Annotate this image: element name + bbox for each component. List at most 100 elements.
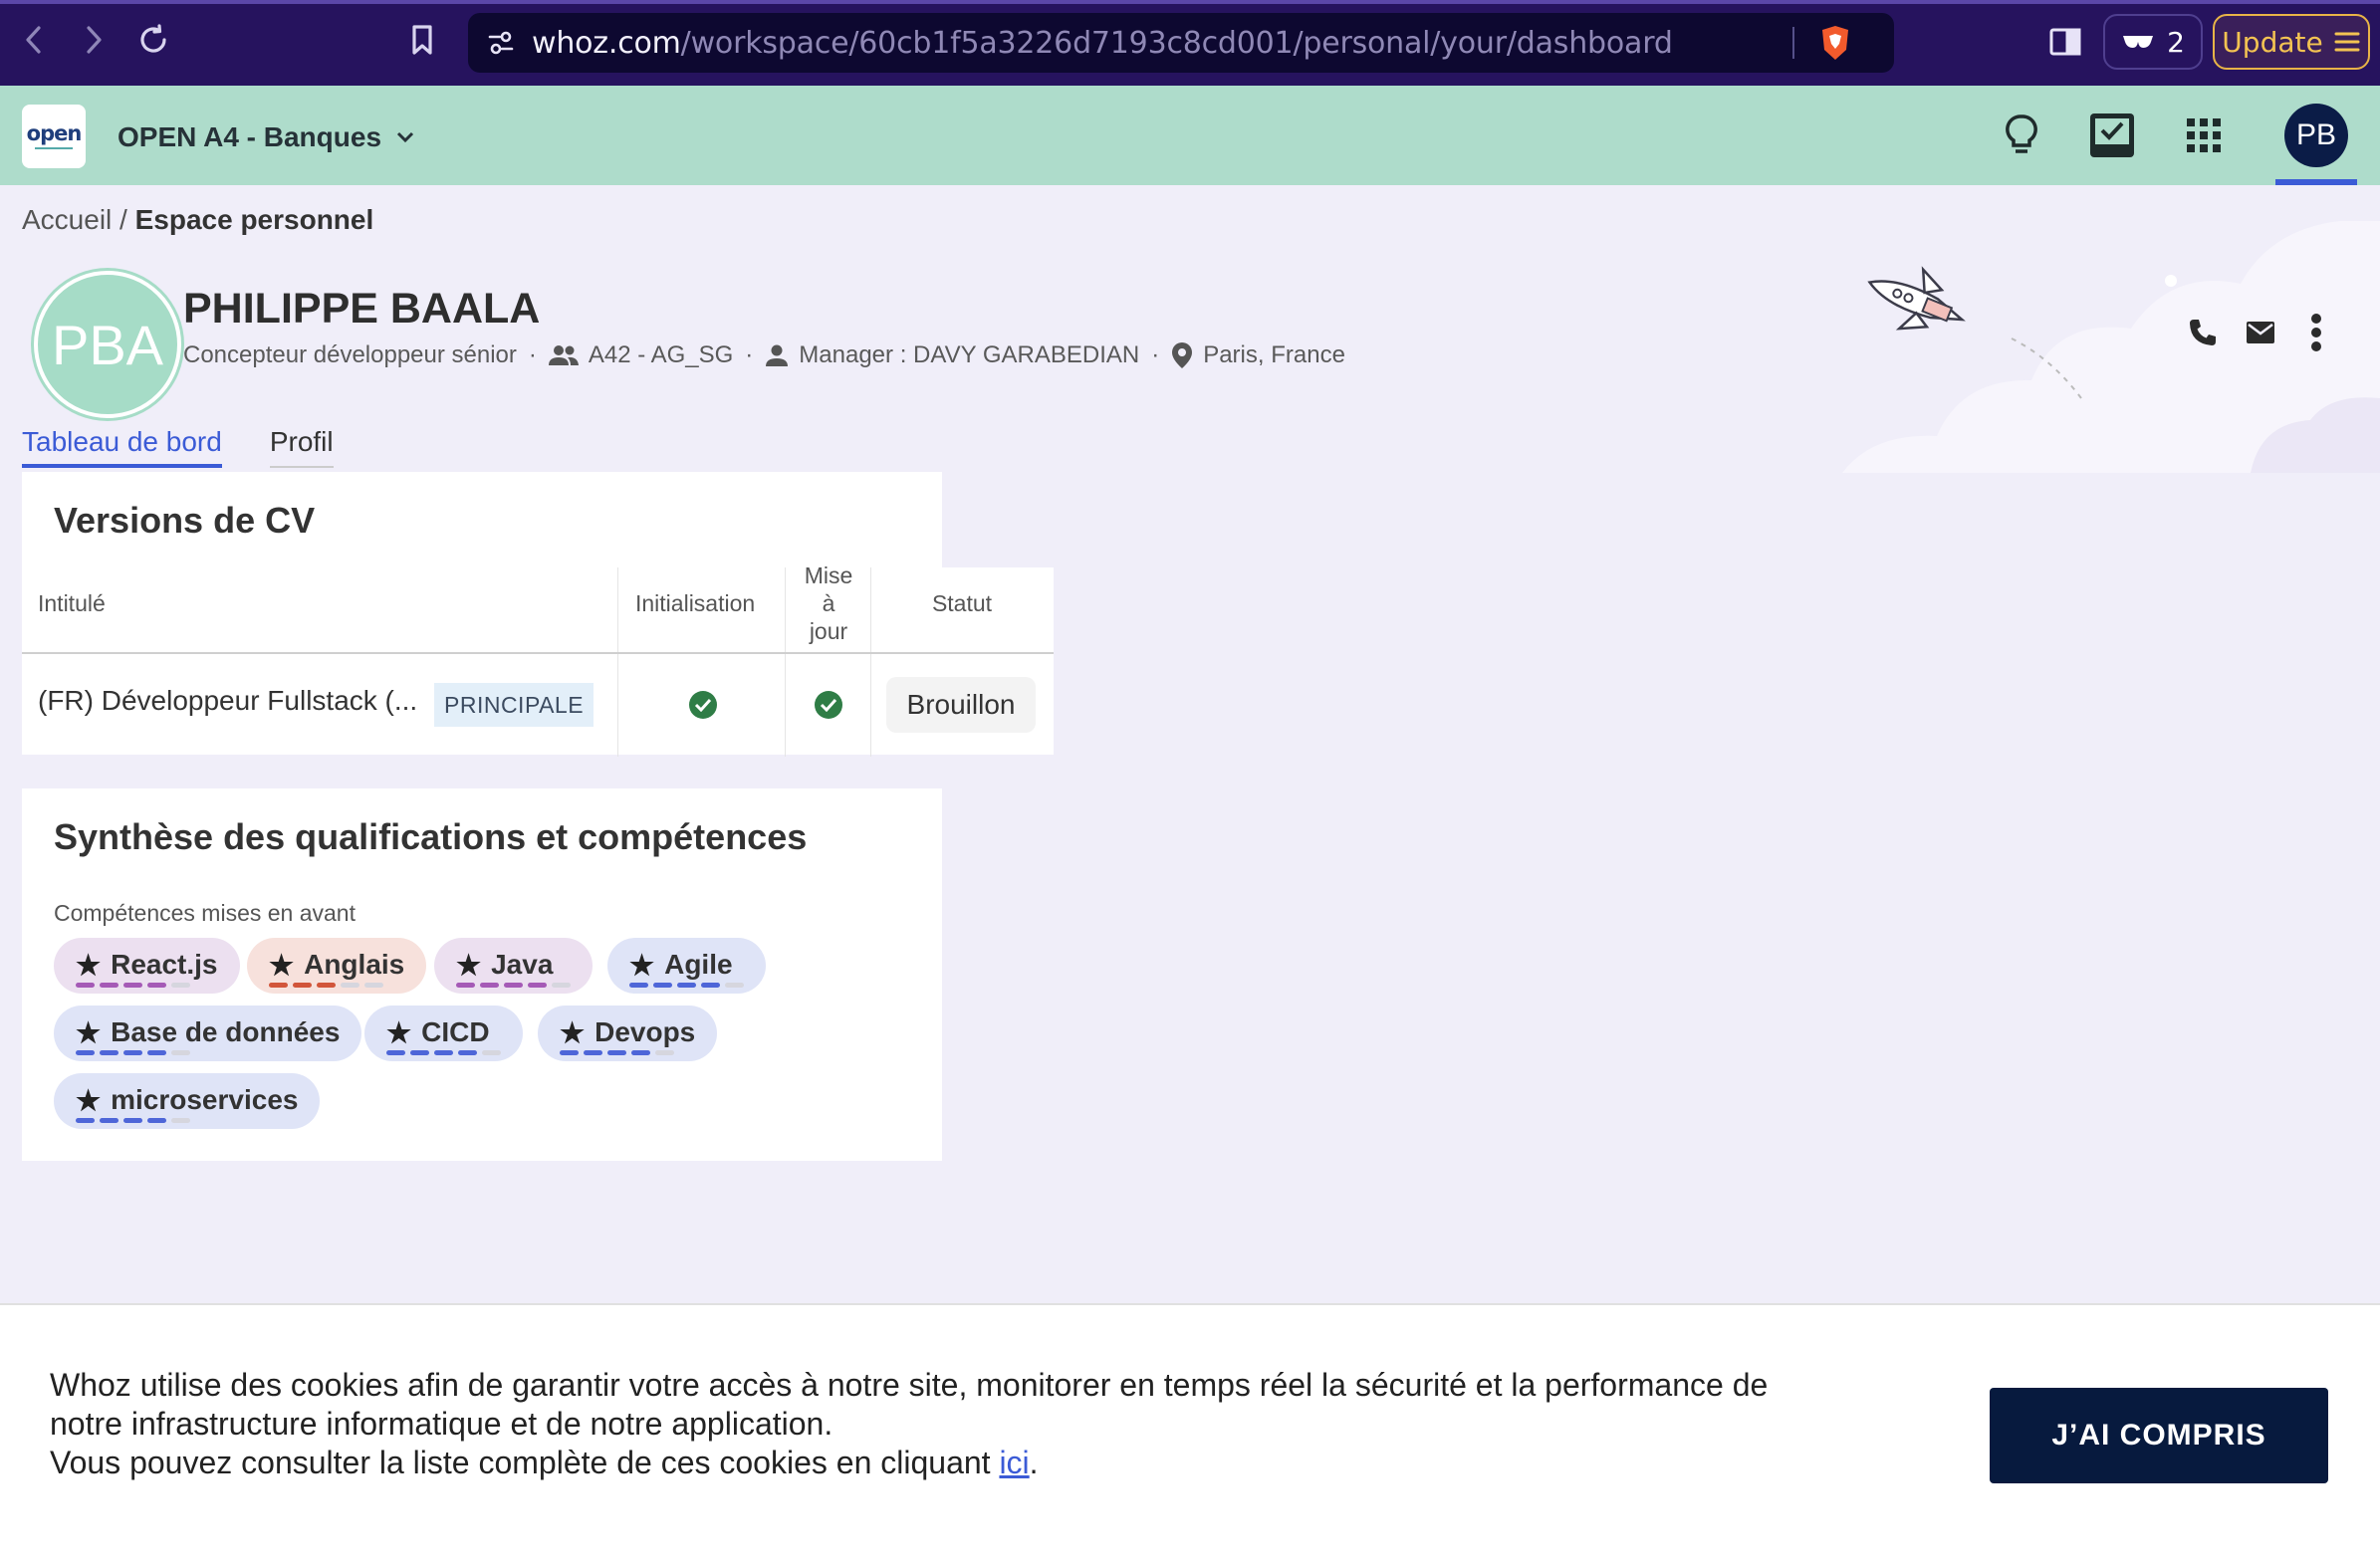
sidebar-toggle-button[interactable]	[2045, 22, 2085, 62]
skill-level-segment	[386, 1050, 405, 1055]
reload-button[interactable]	[131, 18, 175, 62]
accept-cookies-button[interactable]: J’AI COMPRIS	[1990, 1388, 2328, 1483]
column-divider	[617, 567, 618, 757]
chevron-down-icon	[396, 131, 414, 143]
address-bar[interactable]: whoz.com/workspace/60cb1f5a3226d7193c8cd…	[468, 13, 1894, 73]
apps-menu-button[interactable]	[2176, 108, 2232, 163]
skill-level-segment	[629, 983, 648, 988]
skill-level-bars	[76, 1050, 340, 1055]
bookmark-icon	[412, 25, 432, 55]
profile-name: PHILIPPE BAALA	[183, 285, 541, 333]
profile-initials: PBA	[51, 313, 164, 376]
cv-versions-title: Versions de CV	[54, 500, 316, 541]
skill-level-segment	[76, 983, 95, 988]
column-header-update-line: jour	[809, 618, 848, 644]
manager-name: Manager : DAVY GARABEDIAN	[799, 341, 1140, 368]
skill-chip[interactable]: ★ React.js	[54, 938, 240, 994]
cookie-text-line2: Vous pouvez consulter la liste complète …	[50, 1445, 1000, 1480]
skill-level-segment	[147, 1050, 166, 1055]
skill-level-segment	[482, 1050, 501, 1055]
user-avatar-button[interactable]: PB	[2284, 104, 2348, 167]
skill-level-segment	[607, 1050, 626, 1055]
skill-level-segment	[456, 983, 475, 988]
skill-chip[interactable]: ★ Devops	[538, 1006, 718, 1061]
tab-dashboard[interactable]: Tableau de bord	[22, 426, 222, 468]
lightbulb-icon	[2006, 114, 2037, 153]
glasses-icon	[2123, 36, 2154, 48]
call-button[interactable]	[2181, 311, 2225, 354]
skill-level-segment	[100, 1118, 119, 1123]
forward-button[interactable]	[72, 18, 116, 62]
logo-text: open	[26, 121, 83, 145]
private-windows-count: 2	[2167, 25, 2185, 59]
cv-row-title[interactable]: (FR) Développeur Fullstack (...	[38, 685, 417, 717]
brave-shield-icon[interactable]	[1818, 24, 1852, 62]
skill-level-segment	[552, 983, 571, 988]
skills-subtitle: Compétences mises en avant	[54, 900, 356, 926]
skill-level-segment	[317, 983, 336, 988]
skill-level-segment	[364, 983, 383, 988]
chevron-left-icon	[26, 26, 41, 54]
skill-chip[interactable]: ★ microservices	[54, 1073, 321, 1129]
column-header-initialisation[interactable]: Initialisation	[635, 556, 755, 651]
column-header-update[interactable]: Mise à jour	[787, 556, 870, 651]
skill-chip[interactable]: ★ Agile	[607, 938, 766, 994]
skill-chip[interactable]: ★ Anglais	[247, 938, 427, 994]
star-icon: ★	[76, 949, 102, 981]
cookie-list-link[interactable]: ici	[999, 1445, 1029, 1480]
mail-icon	[2247, 322, 2274, 343]
star-icon: ★	[456, 949, 482, 981]
site-settings-icon[interactable]	[486, 28, 516, 58]
update-check-icon	[815, 691, 842, 719]
skill-level-segment	[434, 1050, 453, 1055]
column-header-update-line: à	[822, 590, 835, 616]
star-icon: ★	[269, 949, 295, 981]
chevron-right-icon	[87, 26, 102, 54]
skill-label: Agile	[664, 949, 733, 980]
url-text[interactable]: whoz.com/workspace/60cb1f5a3226d7193c8cd…	[532, 26, 1673, 61]
profile-tabs: Tableau de bord Profil	[22, 426, 334, 468]
initialisation-check-icon	[689, 691, 717, 719]
skill-chip[interactable]: ★ CICD	[364, 1006, 523, 1061]
more-options-button[interactable]	[2294, 311, 2338, 354]
skill-level-segment	[725, 983, 744, 988]
back-button[interactable]	[12, 18, 56, 62]
skill-chip[interactable]: ★ Java	[434, 938, 593, 994]
breadcrumb-separator: /	[112, 204, 135, 235]
column-header-status[interactable]: Statut	[872, 556, 1052, 651]
location: Paris, France	[1203, 341, 1345, 368]
cookie-message: Whoz utilise des cookies afin de garanti…	[50, 1366, 1842, 1482]
skill-level-segment	[293, 983, 312, 988]
skill-chip[interactable]: ★ Base de données	[54, 1006, 362, 1061]
skill-level-segment	[528, 983, 547, 988]
skill-level-segment	[584, 1050, 602, 1055]
column-header-title[interactable]: Intitulé	[38, 556, 106, 651]
principal-badge: PRINCIPALE	[434, 683, 595, 727]
tips-button[interactable]	[1994, 108, 2049, 163]
bookmark-button[interactable]	[400, 18, 444, 62]
skill-label: Base de données	[111, 1016, 341, 1047]
breadcrumb-current: Espace personnel	[134, 204, 374, 235]
tasks-inbox-button[interactable]	[2084, 108, 2140, 163]
skill-level-segment	[631, 1050, 650, 1055]
update-button[interactable]: Update	[2213, 14, 2370, 70]
company-logo[interactable]: open	[22, 105, 86, 168]
skill-label: microservices	[111, 1084, 299, 1115]
skill-level-segment	[100, 1050, 119, 1055]
skill-level-segment	[458, 1050, 477, 1055]
skill-level-segment	[560, 1050, 579, 1055]
private-windows-button[interactable]: 2	[2103, 14, 2203, 70]
column-divider	[870, 567, 871, 757]
skill-level-segment	[677, 983, 696, 988]
skill-level-segment	[147, 1118, 166, 1123]
meta-separator: ·	[1151, 341, 1160, 368]
location-pin-icon	[1172, 342, 1193, 368]
workspace-selector[interactable]: OPEN A4 - Banques	[118, 115, 415, 159]
breadcrumb: Accueil / Espace personnel	[22, 204, 373, 236]
skill-level-segment	[76, 1118, 95, 1123]
skill-level-segment	[123, 1118, 142, 1123]
tab-profile[interactable]: Profil	[269, 426, 334, 468]
breadcrumb-home[interactable]: Accueil	[22, 204, 112, 235]
job-title: Concepteur développeur sénior	[183, 341, 517, 368]
email-button[interactable]	[2239, 311, 2282, 354]
